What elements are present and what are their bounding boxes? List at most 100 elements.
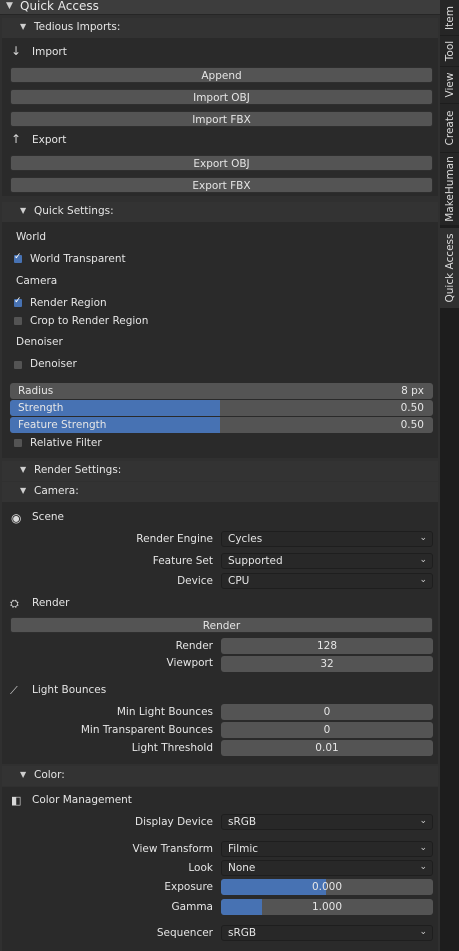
chevron-down-icon[interactable]: ▼ <box>20 465 26 474</box>
import-arrow-icon: ↓ <box>11 44 22 58</box>
device-dropdown[interactable]: CPU ⌄ <box>221 573 433 589</box>
tedious-imports-title: Tedious Imports: <box>34 21 121 33</box>
feature-strength-value: 0.50 <box>400 419 424 431</box>
crop-region-checkbox[interactable] <box>13 316 23 326</box>
min-transparent-bounces-field[interactable]: 0 <box>221 722 433 738</box>
light-threshold-label: Light Threshold <box>131 742 213 754</box>
exposure-value: 0.000 <box>311 881 343 893</box>
gamma-slider[interactable]: 1.000 <box>221 899 433 915</box>
collapse-arrow-icon[interactable]: ▼ <box>6 1 13 11</box>
chevron-down-icon[interactable]: ▼ <box>20 770 26 779</box>
look-dropdown[interactable]: None ⌄ <box>221 860 433 876</box>
display-device-dropdown[interactable]: sRGB ⌄ <box>221 814 433 830</box>
tedious-imports-header[interactable]: ▼ Tedious Imports: <box>2 18 438 38</box>
tab-makehuman[interactable]: MakeHuman <box>440 153 459 225</box>
export-fbx-button[interactable]: Export FBX <box>10 177 433 193</box>
light-threshold-field[interactable]: 0.01 <box>221 740 433 756</box>
light-bounces-label: Light Bounces <box>32 684 107 696</box>
render-samples-label: Render <box>175 640 213 652</box>
radius-value: 8 px <box>401 385 424 397</box>
chevron-down-icon[interactable]: ▼ <box>20 22 26 31</box>
denoiser-checkbox[interactable] <box>13 360 23 370</box>
denoiser-label: Denoiser <box>30 358 77 370</box>
view-transform-label: View Transform <box>132 843 213 855</box>
tab-tool-label: Tool <box>443 40 456 62</box>
feature-strength-slider[interactable]: Feature Strength 0.50 <box>10 417 433 433</box>
world-label: World <box>16 231 47 243</box>
chevron-down-icon: ⌄ <box>419 555 427 565</box>
import-fbx-button[interactable]: Import FBX <box>10 111 433 127</box>
render-camera-icon: ⛭ <box>10 597 19 610</box>
device-label: Device <box>177 575 213 587</box>
display-device-label: Display Device <box>135 816 213 828</box>
import-label: Import <box>32 46 67 58</box>
chevron-down-icon: ⌄ <box>419 862 427 872</box>
export-obj-button[interactable]: Export OBJ <box>10 155 433 171</box>
tab-item[interactable]: Item <box>440 0 459 35</box>
color-header[interactable]: ▼ Color: <box>2 766 438 786</box>
strength-slider[interactable]: Strength 0.50 <box>10 400 433 416</box>
tab-tool[interactable]: Tool <box>440 36 459 66</box>
chevron-down-icon: ⌄ <box>419 927 427 937</box>
relative-filter-checkbox[interactable] <box>13 438 23 448</box>
feature-strength-label: Feature Strength <box>18 419 107 431</box>
denoiser-section-label: Denoiser <box>16 336 63 348</box>
world-transparent-label: World Transparent <box>30 253 126 265</box>
camera-header[interactable]: ▼ Camera: <box>2 482 438 502</box>
color-management-label: Color Management <box>32 794 132 806</box>
panel-header[interactable]: ▼ Quick Access <box>0 0 440 15</box>
feature-set-label: Feature Set <box>152 555 213 567</box>
world-transparent-checkbox[interactable] <box>13 252 23 264</box>
device-value: CPU <box>228 575 250 587</box>
viewport-samples-label: Viewport <box>166 657 213 669</box>
render-samples-field[interactable]: 128 <box>221 638 433 654</box>
view-transform-dropdown[interactable]: Filmic ⌄ <box>221 841 433 857</box>
exposure-slider[interactable]: 0.000 <box>221 879 433 895</box>
tab-quick-access[interactable]: Quick Access <box>440 228 459 308</box>
chevron-down-icon: ⌄ <box>419 533 427 543</box>
feature-set-dropdown[interactable]: Supported ⌄ <box>221 553 433 569</box>
chevron-down-icon: ⌄ <box>419 575 427 585</box>
sequencer-value: sRGB <box>228 927 257 939</box>
import-obj-button[interactable]: Import OBJ <box>10 89 433 105</box>
camera-label: Camera <box>16 275 58 287</box>
tab-quick-access-label: Quick Access <box>443 233 456 303</box>
quick-settings-header[interactable]: ▼ Quick Settings: <box>2 202 438 222</box>
quick-access-panel: ▼ Quick Access ▼ Tedious Imports: ↓ Impo… <box>0 0 440 951</box>
chevron-down-icon: ⌄ <box>419 843 427 853</box>
render-settings-header[interactable]: ▼ Render Settings: <box>2 461 438 481</box>
min-light-bounces-field[interactable]: 0 <box>221 704 433 720</box>
render-settings-title: Render Settings: <box>34 464 122 476</box>
tab-view[interactable]: View <box>440 67 459 103</box>
sequencer-dropdown[interactable]: sRGB ⌄ <box>221 925 433 941</box>
render-engine-value: Cycles <box>228 533 263 545</box>
export-arrow-icon: ↑ <box>11 132 22 146</box>
radius-field[interactable]: Radius 8 px <box>10 383 433 399</box>
tab-create[interactable]: Create <box>440 104 459 152</box>
look-label: Look <box>188 862 213 874</box>
render-label: Render <box>32 597 70 609</box>
quick-settings-title: Quick Settings: <box>34 205 114 217</box>
min-transparent-bounces-label: Min Transparent Bounces <box>80 724 213 736</box>
chevron-down-icon: ⌄ <box>419 816 427 826</box>
render-engine-dropdown[interactable]: Cycles ⌄ <box>221 531 433 547</box>
chevron-down-icon[interactable]: ▼ <box>20 486 26 495</box>
append-button[interactable]: Append <box>10 67 433 83</box>
chevron-down-icon[interactable]: ▼ <box>20 206 26 215</box>
render-region-label: Render Region <box>30 297 107 309</box>
sequencer-label: Sequencer <box>156 927 213 939</box>
tab-create-label: Create <box>443 110 456 146</box>
viewport-samples-field[interactable]: 32 <box>221 656 433 672</box>
render-button[interactable]: Render <box>10 617 433 633</box>
light-bounces-icon: ⟋ <box>10 684 18 697</box>
gamma-value: 1.000 <box>311 901 343 913</box>
feature-set-value: Supported <box>228 555 283 567</box>
color-management-icon: ◧ <box>11 794 22 807</box>
render-region-checkbox[interactable] <box>13 296 23 308</box>
look-value: None <box>228 862 256 874</box>
radius-label: Radius <box>18 385 54 397</box>
tab-view-label: View <box>443 72 456 98</box>
panel-title: Quick Access <box>20 0 99 13</box>
display-device-value: sRGB <box>228 816 257 828</box>
tab-makehuman-label: MakeHuman <box>443 156 456 222</box>
